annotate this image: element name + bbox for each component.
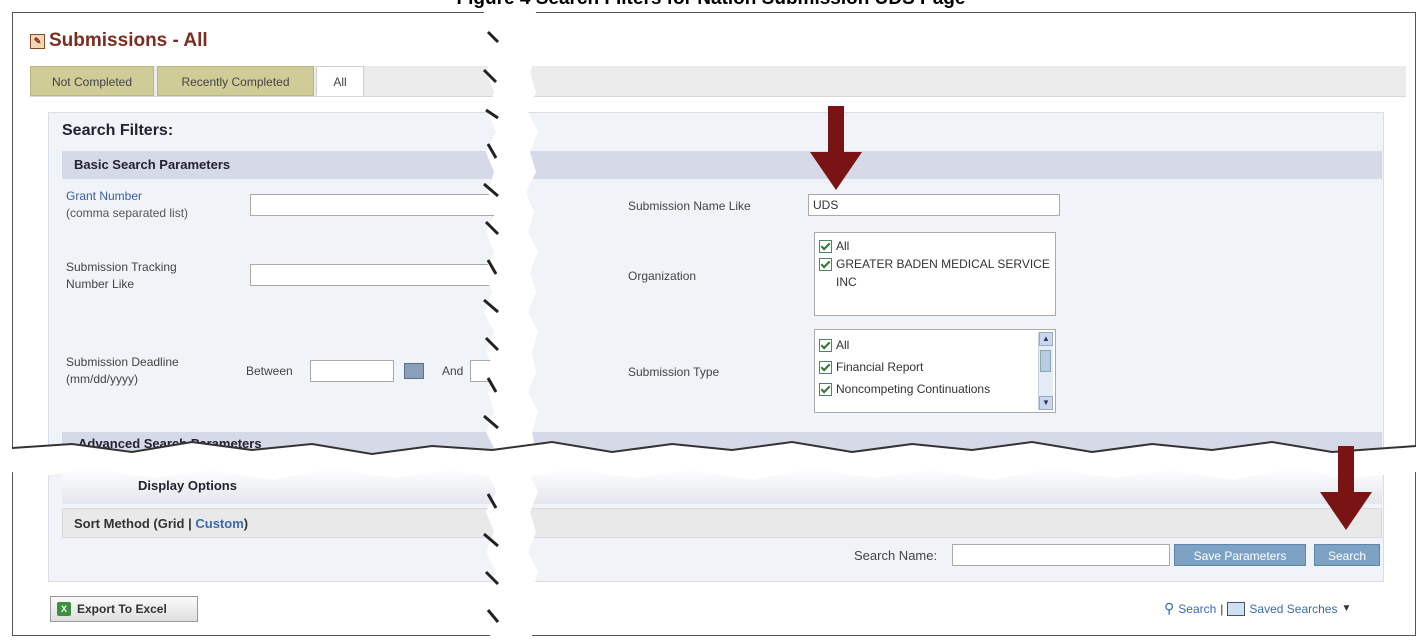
submission-type-label: Submission Type — [628, 365, 720, 379]
organization-option-gbms[interactable]: GREATER BADEN MEDICAL SERVICE INC — [819, 255, 1051, 291]
footer-link-separator: | — [1220, 601, 1224, 616]
organization-label: Organization — [628, 269, 697, 283]
save-parameters-button[interactable]: Save Parameters — [1174, 544, 1306, 566]
arrow-down-icon — [1320, 446, 1372, 530]
footer-links: ⚲ Search | Saved Searches ▼ — [1164, 600, 1351, 617]
organization-option-all[interactable]: All — [819, 237, 1051, 255]
grant-number-input[interactable] — [250, 194, 502, 216]
tab-not-completed[interactable]: Not Completed — [30, 66, 154, 96]
sort-custom-link[interactable]: Custom — [195, 516, 243, 531]
sort-grid-link[interactable]: Grid — [158, 516, 185, 531]
tracking-number-label-1: Submission Tracking — [66, 260, 177, 274]
saved-searches-icon — [1227, 601, 1246, 616]
scroll-thumb[interactable] — [1040, 350, 1051, 372]
page-title-text: Submissions - All — [49, 30, 208, 51]
arrow-down-icon — [810, 106, 862, 190]
export-to-excel-label: Export To Excel — [77, 602, 167, 616]
sort-close: ) — [243, 516, 249, 531]
page-title: ✎ Submissions - All — [30, 30, 208, 52]
tracking-number-label-2: Number Like — [66, 277, 135, 291]
checkbox-icon — [819, 339, 832, 352]
between-label: Between — [246, 364, 293, 378]
checkbox-icon — [819, 383, 832, 396]
scroll-down-icon[interactable]: ▼ — [1039, 396, 1053, 410]
submission-type-option-noncompeting[interactable]: Noncompeting Continuations — [819, 378, 1051, 400]
sort-method-label: Sort Method (Grid | Custom) — [74, 516, 248, 531]
sort-separator: | — [184, 516, 196, 531]
footer-search-link[interactable]: Search — [1178, 602, 1216, 616]
search-magnifier-icon: ⚲ — [1164, 600, 1175, 616]
export-to-excel-button[interactable]: X Export To Excel — [50, 596, 198, 622]
sort-method-text: Sort Method ( — [74, 516, 158, 531]
deadline-label-2: (mm/dd/yyyy) — [66, 372, 138, 386]
checkbox-icon — [819, 361, 832, 374]
submission-type-listbox: All Financial Report Noncompeting Contin… — [814, 329, 1056, 413]
torn-edge-vertical — [482, 12, 538, 636]
basic-search-header: Basic Search Parameters — [62, 151, 1382, 179]
submission-type-option-all[interactable]: All — [819, 334, 1051, 356]
submissions-icon: ✎ — [30, 33, 45, 49]
torn-edge-horizontal — [12, 440, 1416, 480]
calendar-icon[interactable] — [404, 363, 424, 379]
checkbox-icon — [819, 258, 832, 271]
submission-name-input[interactable] — [808, 194, 1060, 216]
figure-caption: Figure 4 Search Filters for Nation Submi… — [0, 0, 1422, 10]
deadline-from-input[interactable] — [310, 360, 394, 382]
search-name-label: Search Name: — [854, 548, 938, 563]
submission-type-option-all-label: All — [836, 338, 850, 352]
organization-option-gbms-label: GREATER BADEN MEDICAL SERVICE INC — [836, 257, 1050, 289]
checkbox-icon — [819, 240, 832, 253]
sort-method-bar — [62, 508, 1382, 538]
tab-recently-completed[interactable]: Recently Completed — [157, 66, 314, 96]
excel-icon: X — [57, 602, 71, 616]
search-filters-heading: Search Filters: — [62, 122, 174, 139]
search-button[interactable]: Search — [1314, 544, 1380, 566]
deadline-label-1: Submission Deadline — [66, 355, 179, 369]
organization-option-all-label: All — [836, 239, 850, 253]
grant-number-hint: (comma separated list) — [66, 206, 189, 220]
organization-listbox: All GREATER BADEN MEDICAL SERVICE INC — [814, 232, 1056, 316]
tracking-number-input[interactable] — [250, 264, 502, 286]
chevron-down-icon[interactable]: ▼ — [1341, 603, 1351, 614]
listbox-scrollbar[interactable]: ▲ ▼ — [1038, 332, 1053, 410]
submission-name-label: Submission Name Like — [628, 199, 751, 213]
submission-type-option-financial-label: Financial Report — [836, 360, 924, 374]
submission-type-option-financial[interactable]: Financial Report — [819, 356, 1051, 378]
saved-searches-link[interactable]: Saved Searches — [1249, 602, 1337, 616]
tab-all[interactable]: All — [316, 66, 364, 96]
submission-type-option-noncompeting-label: Noncompeting Continuations — [836, 382, 991, 396]
and-label: And — [442, 364, 464, 378]
scroll-up-icon[interactable]: ▲ — [1039, 332, 1053, 346]
search-name-input[interactable] — [952, 544, 1170, 566]
grant-number-label: Grant Number — [66, 189, 143, 203]
